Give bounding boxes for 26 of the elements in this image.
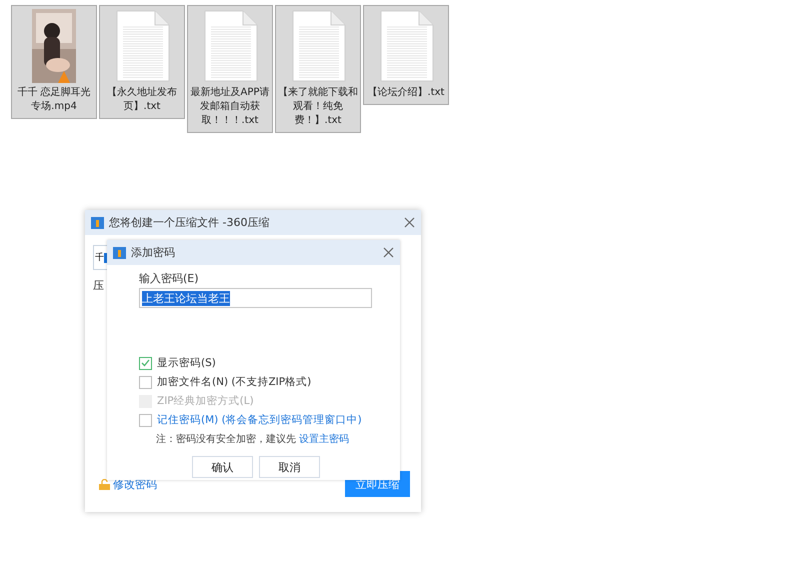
dialog-title: 添加密码 [131, 245, 176, 260]
checkbox[interactable] [139, 376, 152, 388]
file-item[interactable]: 【论坛介绍】.txt [363, 5, 449, 105]
option-label: ZIP经典加密方式(L) [157, 394, 254, 408]
lock-icon [99, 478, 110, 490]
window-title: 您将创建一个压缩文件 -360压缩 [109, 215, 270, 230]
file-item[interactable]: 最新地址及APP请发邮箱自动获取！！！.txt [187, 5, 273, 133]
note-text: 注：密码没有安全加密，建议先 [156, 432, 296, 446]
close-icon[interactable] [404, 217, 415, 228]
confirm-button[interactable]: 确认 [192, 456, 253, 478]
archive-icon [113, 246, 126, 258]
file-item[interactable]: 【来了就能下载和观看！纯免费！】.txt [275, 5, 361, 133]
checkbox[interactable] [139, 356, 152, 370]
option-label: 显示密码(S) [157, 356, 216, 370]
set-master-password-link[interactable]: 设置主密码 [299, 432, 349, 446]
file-item[interactable]: 【永久地址发布页】.txt [99, 5, 185, 119]
field-label: 输入密码(E) [139, 271, 200, 286]
cancel-button[interactable]: 取消 [259, 456, 320, 478]
field-label: 压 [93, 278, 104, 293]
archive-icon [91, 216, 104, 228]
option-link[interactable]: 记住密码(M) (将会备忘到密码管理窗口中) [157, 413, 362, 427]
option-label: 加密文件名(N) (不支持ZIP格式) [157, 375, 312, 389]
file-item[interactable]: 千千 恋足脚耳光专场.mp4 [11, 5, 97, 119]
close-icon[interactable] [383, 247, 394, 258]
checkbox[interactable] [139, 414, 152, 426]
password-field[interactable]: 上老王论坛当老王 [139, 288, 372, 308]
